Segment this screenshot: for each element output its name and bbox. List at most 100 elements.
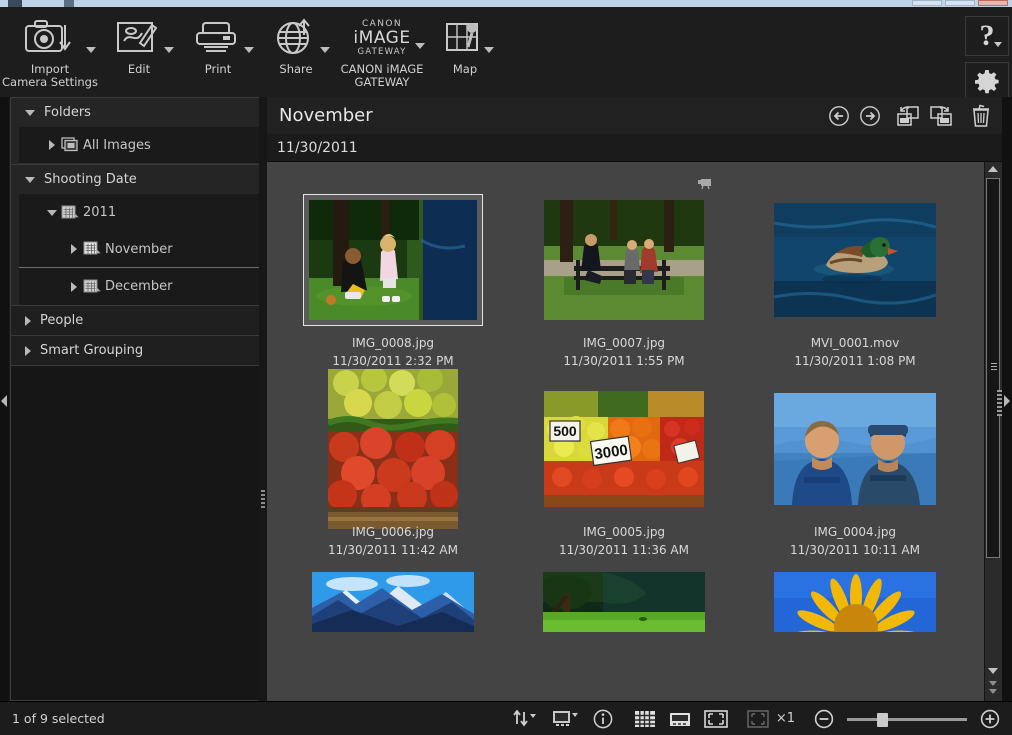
info-icon[interactable] bbox=[593, 709, 613, 729]
preview-view-icon[interactable] bbox=[669, 709, 691, 729]
thumbnail-item[interactable] bbox=[288, 572, 498, 632]
forward-icon[interactable] bbox=[859, 105, 881, 127]
chevron-down-icon[interactable] bbox=[86, 47, 96, 53]
right-panel-collapse-handle[interactable] bbox=[1002, 97, 1012, 701]
thumbnail-image-container[interactable] bbox=[765, 383, 945, 515]
thumbnail-item[interactable]: IMG_0004.jpg 11/30/2011 10:11 AM bbox=[750, 383, 960, 559]
toolbar-button-share[interactable]: Share bbox=[258, 7, 334, 76]
toolbar-button-print[interactable]: Print bbox=[178, 7, 258, 76]
thumbnail-image-container[interactable] bbox=[303, 572, 483, 632]
sidebar-group-header-smart-grouping[interactable]: Smart Grouping bbox=[11, 336, 264, 365]
thumbnail-area: IMG_0008.jpg 11/30/2011 2:32 PM IMG_0007… bbox=[267, 162, 1002, 701]
toolbar-button-import[interactable]: Import Camera Settings bbox=[0, 7, 100, 88]
movie-camera-icon bbox=[697, 176, 717, 192]
sidebar-item-2011[interactable]: 2011 bbox=[19, 194, 264, 231]
cig-logo-line3: GATEWAY bbox=[357, 47, 407, 57]
chevron-down-icon[interactable] bbox=[320, 47, 330, 53]
sidebar-item-december[interactable]: December bbox=[19, 268, 264, 305]
delete-trash-icon[interactable] bbox=[970, 104, 992, 128]
sidebar-item-december-label: December bbox=[105, 279, 173, 294]
status-bar: 1 of 9 selected ×1 bbox=[0, 701, 1012, 735]
scrollbar-thumb[interactable] bbox=[986, 178, 1000, 558]
settings-button[interactable] bbox=[965, 62, 1009, 102]
thumbnail-image-container[interactable] bbox=[303, 369, 483, 529]
chevron-right-icon[interactable] bbox=[71, 281, 77, 292]
chevron-down-icon[interactable] bbox=[164, 47, 174, 53]
thumbnail-image-container[interactable] bbox=[765, 572, 945, 632]
zoom-slider[interactable] bbox=[847, 712, 967, 727]
thumbnail-item[interactable] bbox=[750, 572, 960, 632]
chevron-down-icon[interactable] bbox=[994, 42, 1002, 47]
duck-on-water bbox=[774, 203, 936, 317]
arrow-down-icon bbox=[988, 668, 998, 674]
toolbar-button-map[interactable]: Map bbox=[430, 7, 500, 76]
help-icon: ? bbox=[979, 19, 995, 52]
sidebar-group-header-folders[interactable]: Folders bbox=[11, 98, 264, 127]
zoom-out-icon[interactable] bbox=[814, 709, 834, 729]
chevron-right-icon[interactable] bbox=[25, 345, 31, 356]
chevron-down-icon[interactable] bbox=[47, 209, 57, 216]
minimize-button[interactable] bbox=[912, 0, 942, 6]
thumbnail-item[interactable]: IMG_0007.jpg 11/30/2011 1:55 PM bbox=[519, 194, 729, 370]
toolbar-button-canon-image-gateway[interactable]: CANON iMAGE GATEWAY CANON iMAGE GATEWAY bbox=[334, 7, 430, 88]
thumbnail-grid-view-icon[interactable] bbox=[634, 709, 656, 729]
sidebar-item-november[interactable]: November bbox=[19, 231, 264, 268]
thumbnail-image-container[interactable] bbox=[534, 194, 714, 326]
thumbnail-item[interactable]: MVI_0001.mov 11/30/2011 1:08 PM bbox=[750, 194, 960, 370]
thumbnail-image-container[interactable] bbox=[303, 194, 483, 326]
images-stack-icon bbox=[59, 137, 81, 153]
sidebar-item-all-images[interactable]: All Images bbox=[19, 127, 264, 164]
thumbnail-filename: IMG_0004.jpg bbox=[813, 525, 897, 539]
sidebar-splitter[interactable] bbox=[259, 97, 267, 701]
selection-status-text: 1 of 9 selected bbox=[12, 711, 105, 726]
window-title-bar bbox=[0, 0, 1012, 7]
sidebar-collapse-handle[interactable] bbox=[0, 97, 9, 701]
chevron-right-icon[interactable] bbox=[71, 244, 77, 254]
chevron-down-icon[interactable] bbox=[25, 109, 35, 116]
maximize-button[interactable] bbox=[945, 0, 975, 6]
thumbnail-image-container[interactable] bbox=[765, 194, 945, 326]
window-title-text bbox=[64, 0, 74, 7]
right-panel-grip[interactable] bbox=[997, 390, 1002, 416]
page-title: November bbox=[279, 105, 373, 126]
main-header-toolbar bbox=[828, 104, 996, 128]
chevron-down-icon[interactable] bbox=[484, 47, 494, 53]
close-button[interactable] bbox=[978, 0, 1008, 6]
thumbnail-timestamp: 11/30/2011 1:55 PM bbox=[563, 354, 685, 368]
zoom-slider-knob[interactable] bbox=[877, 712, 888, 727]
rotate-right-icon[interactable] bbox=[929, 105, 953, 127]
thumbnail-image-container[interactable]: 500 3000 bbox=[534, 383, 714, 515]
help-button[interactable]: ? bbox=[965, 16, 1009, 56]
thumbnail-image-container[interactable] bbox=[534, 572, 714, 632]
sidebar-group-header-people[interactable]: People bbox=[11, 306, 264, 335]
chevron-down-icon[interactable] bbox=[25, 176, 35, 183]
chevron-right-icon[interactable] bbox=[49, 140, 55, 150]
fullscreen-view-icon[interactable] bbox=[704, 709, 728, 729]
rotate-left-icon[interactable] bbox=[896, 105, 920, 127]
thumbnail-item[interactable]: IMG_0006.jpg 11/30/2011 11:42 AM bbox=[288, 369, 498, 559]
thumbnail-item[interactable]: 500 3000 IMG_0005.jpg 11/30/2011 11:36 A… bbox=[519, 383, 729, 559]
zoom-in-icon[interactable] bbox=[980, 709, 1000, 729]
chevron-down-icon[interactable] bbox=[244, 47, 254, 53]
chevron-right-icon[interactable] bbox=[25, 315, 31, 326]
sidebar-group-header-shooting-date[interactable]: Shooting Date bbox=[11, 165, 264, 194]
thumbnail-item[interactable] bbox=[519, 572, 729, 632]
window-menu-icon[interactable] bbox=[8, 0, 22, 7]
scroll-up-button[interactable] bbox=[985, 162, 1001, 176]
thumbnail-filename: IMG_0007.jpg bbox=[582, 336, 666, 350]
vegetable-crate bbox=[328, 369, 458, 529]
thumbnail-item[interactable]: IMG_0008.jpg 11/30/2011 2:32 PM bbox=[288, 194, 498, 370]
sidebar-group-shooting-date-body: 2011 November December bbox=[11, 194, 264, 305]
thumbnail-scroll-region: IMG_0008.jpg 11/30/2011 2:32 PM IMG_0007… bbox=[267, 162, 985, 701]
toolbar-button-edit[interactable]: Edit bbox=[100, 7, 178, 76]
chevron-down-icon[interactable] bbox=[415, 43, 425, 49]
sort-order-icon[interactable] bbox=[513, 709, 539, 728]
thumbnail-scrollbar[interactable] bbox=[984, 162, 1002, 701]
canon-image-browser-window: Import Camera Settings Edit Print Share … bbox=[0, 0, 1012, 735]
thumbnail-filename: IMG_0005.jpg bbox=[582, 525, 666, 539]
main-toolbar: Import Camera Settings Edit Print Share … bbox=[0, 7, 1012, 102]
back-icon[interactable] bbox=[828, 105, 850, 127]
scroll-down-button[interactable] bbox=[985, 664, 1001, 678]
display-mode-icon[interactable] bbox=[552, 709, 580, 729]
scroll-page-down-button[interactable] bbox=[988, 678, 998, 700]
